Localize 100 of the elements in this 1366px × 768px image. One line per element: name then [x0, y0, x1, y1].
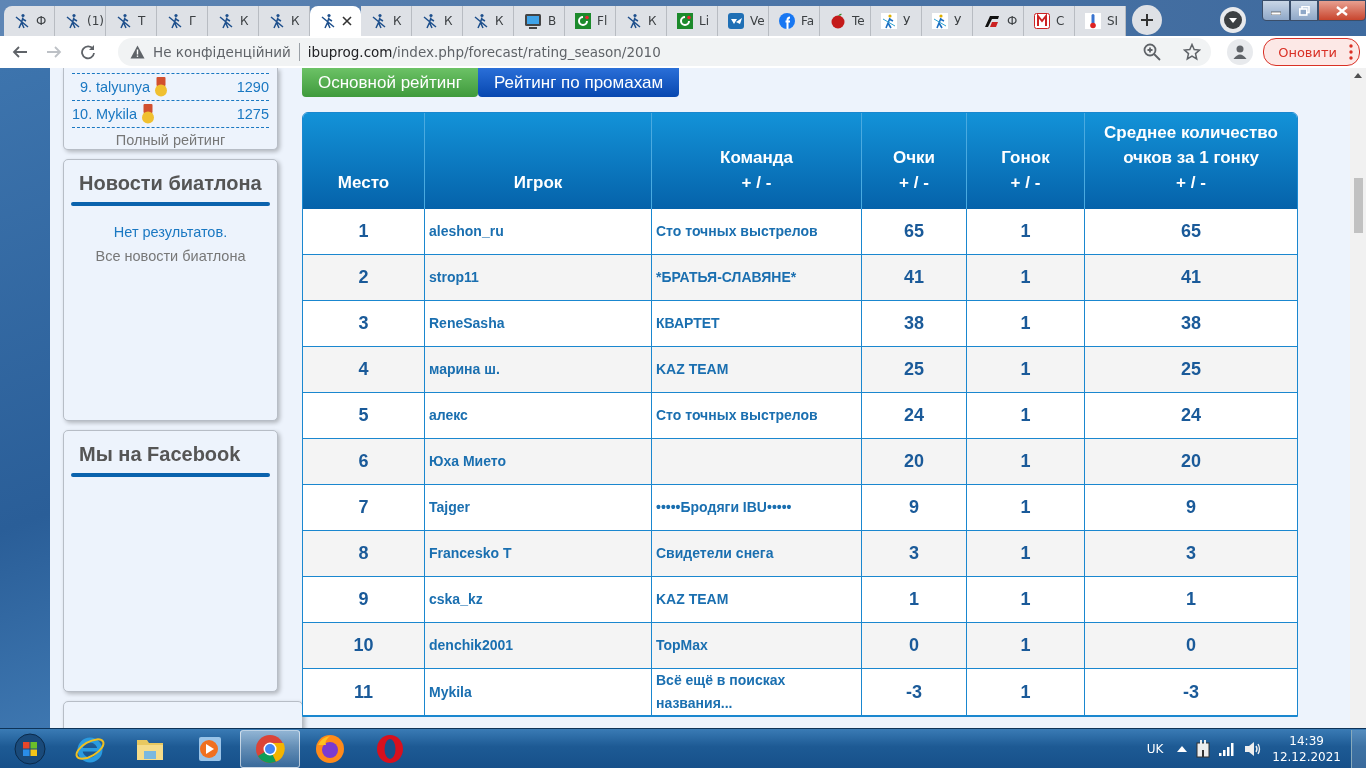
- player-link[interactable]: Mykila: [96, 106, 138, 122]
- table-cell: 1: [967, 623, 1085, 669]
- update-button[interactable]: Оновити: [1263, 38, 1360, 66]
- rank-number: 9.: [78, 79, 92, 95]
- table-cell: 9: [303, 577, 425, 623]
- rating-tab[interactable]: Рейтинг по промахам: [477, 68, 680, 97]
- full-rating-link[interactable]: Полный рейтинг: [115, 132, 226, 148]
- player-link[interactable]: talyunya: [96, 79, 150, 95]
- signal-bars-icon[interactable]: [1219, 741, 1236, 756]
- skier-icon: [626, 13, 642, 29]
- table-cell: 1: [1085, 577, 1297, 623]
- profile-button[interactable]: [1227, 39, 1254, 65]
- browser-tab[interactable]: У: [922, 6, 973, 36]
- browser-tab[interactable]: SI: [1075, 6, 1126, 36]
- speaker-icon[interactable]: [1244, 740, 1263, 757]
- skier-icon: [932, 13, 948, 29]
- clock[interactable]: 14:39 12.12.2021: [1272, 732, 1341, 765]
- table-cell: 5: [303, 393, 425, 439]
- table-cell: 3: [1085, 531, 1297, 577]
- browser-tab[interactable]: К: [616, 6, 667, 36]
- table-cell: 38: [862, 301, 967, 347]
- browser-tab[interactable]: К: [208, 6, 259, 36]
- table-cell: 1: [967, 393, 1085, 439]
- facebook-icon: [779, 13, 795, 29]
- browser-tab[interactable]: Fa: [769, 6, 820, 36]
- table-cell: 65: [862, 209, 967, 255]
- table-cell: 9: [862, 485, 967, 531]
- zoom-icon[interactable]: [1143, 43, 1162, 61]
- rank-number: 10.: [72, 106, 92, 122]
- browser-tab[interactable]: В: [514, 6, 565, 36]
- browser-tab[interactable]: Ф: [973, 6, 1024, 36]
- medal-icon: [154, 77, 168, 97]
- table-cell: 9: [1085, 485, 1297, 531]
- table-cell: 1: [967, 439, 1085, 485]
- browser-tab[interactable]: Fl: [565, 6, 616, 36]
- show-hidden-icon[interactable]: [1177, 745, 1188, 752]
- browser-tab[interactable]: К: [412, 6, 463, 36]
- all-news-link[interactable]: Все новости биатлона: [71, 248, 270, 264]
- table-cell: 1: [967, 255, 1085, 301]
- scroll-up-icon[interactable]: [1354, 72, 1362, 78]
- chrome-icon[interactable]: [254, 732, 286, 765]
- start-button[interactable]: [14, 732, 46, 765]
- scrollbar-thumb[interactable]: [1353, 178, 1363, 233]
- table-cell: 1: [967, 577, 1085, 623]
- back-arrow-icon: [12, 44, 28, 60]
- close-icon[interactable]: [342, 16, 352, 26]
- firefox-icon[interactable]: [314, 732, 346, 765]
- browser-tab[interactable]: Ф: [4, 6, 55, 36]
- browser-tab[interactable]: Te: [820, 6, 871, 36]
- table-cell: 20: [1085, 439, 1297, 485]
- column-header[interactable]: Очки + / -: [862, 113, 967, 209]
- language-indicator[interactable]: UK: [1146, 741, 1164, 756]
- monitor-icon: [524, 13, 542, 29]
- table-cell: 1: [303, 209, 425, 255]
- column-header[interactable]: Игрок: [425, 113, 652, 209]
- skier-icon: [422, 13, 438, 29]
- points-value: 1275: [236, 106, 269, 122]
- table-cell: 24: [1085, 393, 1297, 439]
- skier-icon: [116, 13, 132, 29]
- url-text: ibuprog.com/index.php/forecast/rating_season/2010: [307, 44, 661, 60]
- column-header[interactable]: Гонок + / -: [967, 113, 1085, 209]
- browser-tab[interactable]: Т: [106, 6, 157, 36]
- table-cell: 2: [303, 255, 425, 301]
- reload-icon: [80, 44, 96, 60]
- address-bar[interactable]: Не конфіденційний ibuprog.com/index.php/forecast/rating_season/2010: [118, 38, 1212, 66]
- card-title: Новости биатлона: [78, 171, 263, 196]
- new-tab-button[interactable]: [1132, 4, 1162, 35]
- column-header[interactable]: Место: [303, 113, 425, 209]
- column-header[interactable]: Среднее количество очков за 1 гонку + / -: [1085, 113, 1297, 209]
- person-icon: [1232, 44, 1249, 60]
- bookmark-star-icon[interactable]: [1183, 43, 1202, 61]
- skier-icon: [14, 13, 30, 29]
- skier-icon: [269, 13, 285, 29]
- browser-tab[interactable]: К: [361, 6, 412, 36]
- skier-icon: [65, 13, 81, 29]
- minimize-button[interactable]: [1262, 0, 1290, 21]
- close-window-button[interactable]: [1318, 0, 1366, 21]
- restore-button[interactable]: [1290, 0, 1318, 21]
- tab-search-button[interactable]: [1220, 7, 1246, 33]
- table-cell: 8: [303, 531, 425, 577]
- table-cell: 4: [303, 347, 425, 393]
- table-cell: 11: [303, 669, 425, 716]
- browser-tab[interactable]: С: [1024, 6, 1075, 36]
- browser-tab[interactable]: Li: [667, 6, 718, 36]
- browser-tab[interactable]: (1): [55, 6, 106, 36]
- card-title: Мы на Facebook: [78, 442, 242, 467]
- table-cell: 38: [1085, 301, 1297, 347]
- table-cell: 65: [1085, 209, 1297, 255]
- forward-arrow-icon: [46, 44, 62, 60]
- browser-tab[interactable]: [310, 6, 361, 36]
- medal-icon: [141, 104, 156, 124]
- power-plug-icon[interactable]: [1196, 739, 1211, 758]
- browser-tab[interactable]: К: [259, 6, 310, 36]
- browser-tab[interactable]: Ve: [718, 6, 769, 36]
- table-cell: 7: [303, 485, 425, 531]
- browser-tab[interactable]: У: [871, 6, 922, 36]
- browser-tab[interactable]: К: [463, 6, 514, 36]
- browser-tab[interactable]: Г: [157, 6, 208, 36]
- rating-tab[interactable]: Основной рейтинг: [302, 68, 478, 97]
- column-header[interactable]: Команда + / -: [652, 113, 862, 209]
